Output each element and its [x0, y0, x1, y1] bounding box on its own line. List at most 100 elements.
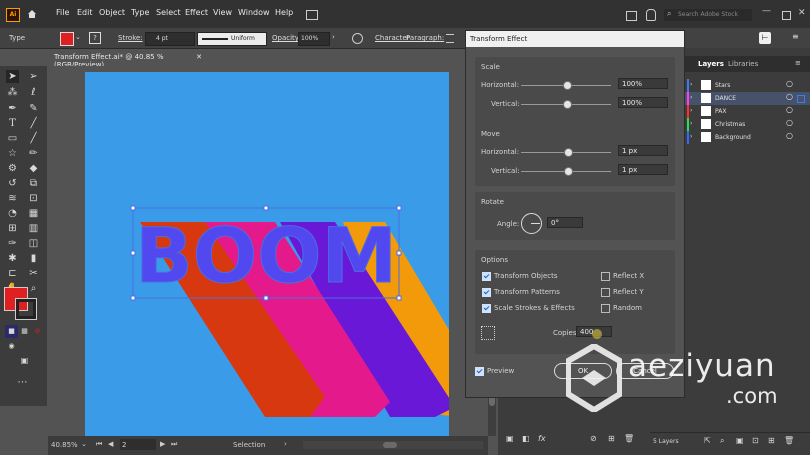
mesh-tool-icon[interactable]: ⊞ — [6, 222, 19, 235]
menu-window[interactable]: Window — [238, 8, 270, 17]
status-arrow-icon[interactable]: › — [284, 440, 287, 448]
fx-icon[interactable]: fx — [538, 434, 546, 443]
layer-target-icon[interactable]: ○ — [786, 79, 793, 88]
trash-icon[interactable]: 🗑 — [624, 434, 634, 443]
stroke-weight-field[interactable]: 4 pt — [145, 32, 195, 46]
preview-checkbox[interactable] — [475, 367, 484, 376]
layer-name[interactable]: Christmas — [715, 121, 745, 128]
paragraph-link[interactable]: Paragraph: — [406, 34, 444, 42]
warp-tool-icon[interactable]: ≋ — [6, 192, 19, 205]
menu-edit[interactable]: Edit — [77, 8, 93, 17]
layer-icon[interactable]: ◧ — [522, 434, 530, 443]
menu-effect[interactable]: Effect — [185, 8, 208, 17]
transform-objects-checkbox[interactable] — [482, 272, 491, 281]
arrange-documents-icon[interactable] — [306, 10, 318, 20]
zoom-dropdown-icon[interactable]: ⌄ — [81, 440, 87, 448]
scale-strokes-label[interactable]: Scale Strokes & Effects — [494, 304, 575, 312]
tab-layers[interactable]: Layers — [698, 60, 724, 68]
move-horizontal-knob[interactable] — [564, 148, 573, 157]
opacity-field[interactable]: 100% — [298, 32, 330, 46]
opacity-label[interactable]: Opacity: — [272, 34, 301, 42]
move-horizontal-field[interactable]: 1 px — [618, 145, 668, 156]
last-artboard-icon[interactable]: ⏭ — [171, 440, 177, 449]
random-label[interactable]: Random — [613, 304, 642, 312]
menu-view[interactable]: View — [213, 8, 232, 17]
shaper-tool-icon[interactable]: ⚙ — [6, 162, 19, 175]
reference-point-icon[interactable] — [481, 326, 495, 340]
layer-target-icon[interactable]: ○ — [786, 131, 793, 140]
panel-toggle-icon[interactable] — [626, 11, 637, 21]
prev-artboard-icon[interactable]: ◀ — [108, 440, 113, 448]
document-tab[interactable]: Transform Effect.ai* @ 40.85 % (RGB/Prev… — [48, 50, 208, 69]
character-link[interactable]: Character — [375, 34, 410, 42]
recolor-icon[interactable] — [352, 33, 363, 44]
reflect-x-label[interactable]: Reflect X — [613, 272, 644, 280]
scale-horizontal-knob[interactable] — [563, 81, 572, 90]
scale-strokes-checkbox[interactable] — [482, 304, 491, 313]
eraser-tool-icon[interactable]: ◆ — [27, 162, 40, 175]
maximize-button[interactable] — [782, 11, 791, 20]
tab-libraries[interactable]: Libraries — [728, 60, 758, 68]
artboard[interactable]: BOOM — [85, 72, 449, 436]
transform-patterns-label[interactable]: Transform Patterns — [494, 288, 560, 296]
horizontal-scroll-thumb[interactable] — [383, 442, 397, 448]
discover-icon[interactable] — [646, 9, 656, 21]
fill-dropdown-icon[interactable]: ⌄ — [75, 33, 81, 41]
star-tool-icon[interactable]: ☆ — [6, 147, 19, 160]
layer-expand-icon[interactable]: › — [690, 107, 692, 114]
pen-tool-icon[interactable]: ✒ — [6, 102, 19, 115]
column-graph-tool-icon[interactable]: ▮ — [27, 252, 40, 265]
layer-name[interactable]: PAX — [715, 108, 726, 115]
new-item-icon[interactable]: ⊞ — [608, 434, 615, 443]
layer-expand-icon[interactable]: › — [690, 133, 692, 140]
rectangle-tool-icon[interactable]: ▭ — [6, 132, 19, 145]
reflect-y-label[interactable]: Reflect Y — [613, 288, 644, 296]
layer-name[interactable]: DANCE — [715, 95, 736, 102]
scale-vertical-knob[interactable] — [563, 100, 572, 109]
slice-tool-icon[interactable]: ✂ — [27, 267, 40, 280]
new-layer-icon[interactable]: ⊞ — [768, 436, 775, 445]
lasso-tool-icon[interactable]: ℓ — [27, 86, 40, 99]
locate-object-icon[interactable]: ⌕ — [720, 436, 724, 446]
preview-label[interactable]: Preview — [487, 367, 514, 375]
transform-patterns-checkbox[interactable] — [482, 288, 491, 297]
draw-mode-icon[interactable]: ◉ — [5, 340, 18, 353]
first-artboard-icon[interactable]: ⏮ — [96, 440, 102, 449]
free-transform-tool-icon[interactable]: ⊡ — [27, 192, 40, 205]
eyedropper-tool-icon[interactable]: ✑ — [6, 237, 19, 250]
panel-menu-icon[interactable]: ≡ — [792, 32, 799, 41]
random-checkbox[interactable] — [601, 304, 610, 313]
rotate-tool-icon[interactable]: ↺ — [6, 177, 19, 190]
move-vertical-field[interactable]: 1 px — [618, 164, 668, 175]
opacity-arrow-icon[interactable]: › — [332, 33, 335, 41]
layer-name[interactable]: Background — [715, 134, 751, 141]
layer-name[interactable]: Stars — [715, 82, 730, 89]
panel-options-icon[interactable]: ≡ — [795, 59, 801, 67]
line-tool-icon[interactable]: ╱ — [27, 117, 40, 130]
collect-export-icon[interactable]: ⇱ — [704, 436, 711, 445]
fill-color-swatch[interactable] — [60, 32, 74, 46]
no-entry-icon[interactable]: ⊘ — [590, 434, 597, 443]
zoom-tool-icon[interactable]: ⌕ — [27, 282, 40, 295]
transform-objects-label[interactable]: Transform Objects — [494, 272, 558, 280]
none-mode-icon[interactable]: ⊘ — [31, 325, 44, 338]
gradient-tool-icon[interactable]: ▥ — [27, 222, 40, 235]
screen-mode-icon[interactable]: ▣ — [18, 354, 31, 367]
paintbrush-tool-icon[interactable]: ╱ — [27, 132, 40, 145]
align-icon[interactable] — [446, 34, 454, 43]
artboard-icon[interactable]: ▣ — [506, 434, 514, 443]
clipping-mask-icon[interactable]: ▣ — [736, 436, 744, 445]
delete-layer-icon[interactable]: 🗑 — [784, 436, 794, 445]
blend-tool-icon[interactable]: ◫ — [27, 237, 40, 250]
new-sublayer-icon[interactable]: ⊡ — [752, 436, 759, 445]
minimize-button[interactable]: — — [762, 6, 771, 16]
stroke-label[interactable]: Stroke: — [118, 34, 143, 42]
artboard-tool-icon[interactable]: ⊏ — [6, 267, 19, 280]
close-button[interactable]: ✕ — [798, 8, 806, 18]
menu-file[interactable]: File — [56, 8, 69, 17]
artboard-number-field[interactable]: 2 — [120, 439, 156, 450]
move-vertical-knob[interactable] — [564, 167, 573, 176]
color-mode-icon[interactable]: ■ — [5, 325, 18, 338]
transform-panel-icon[interactable]: ⊢ — [759, 32, 771, 44]
layer-target-icon[interactable]: ○ — [786, 92, 793, 101]
